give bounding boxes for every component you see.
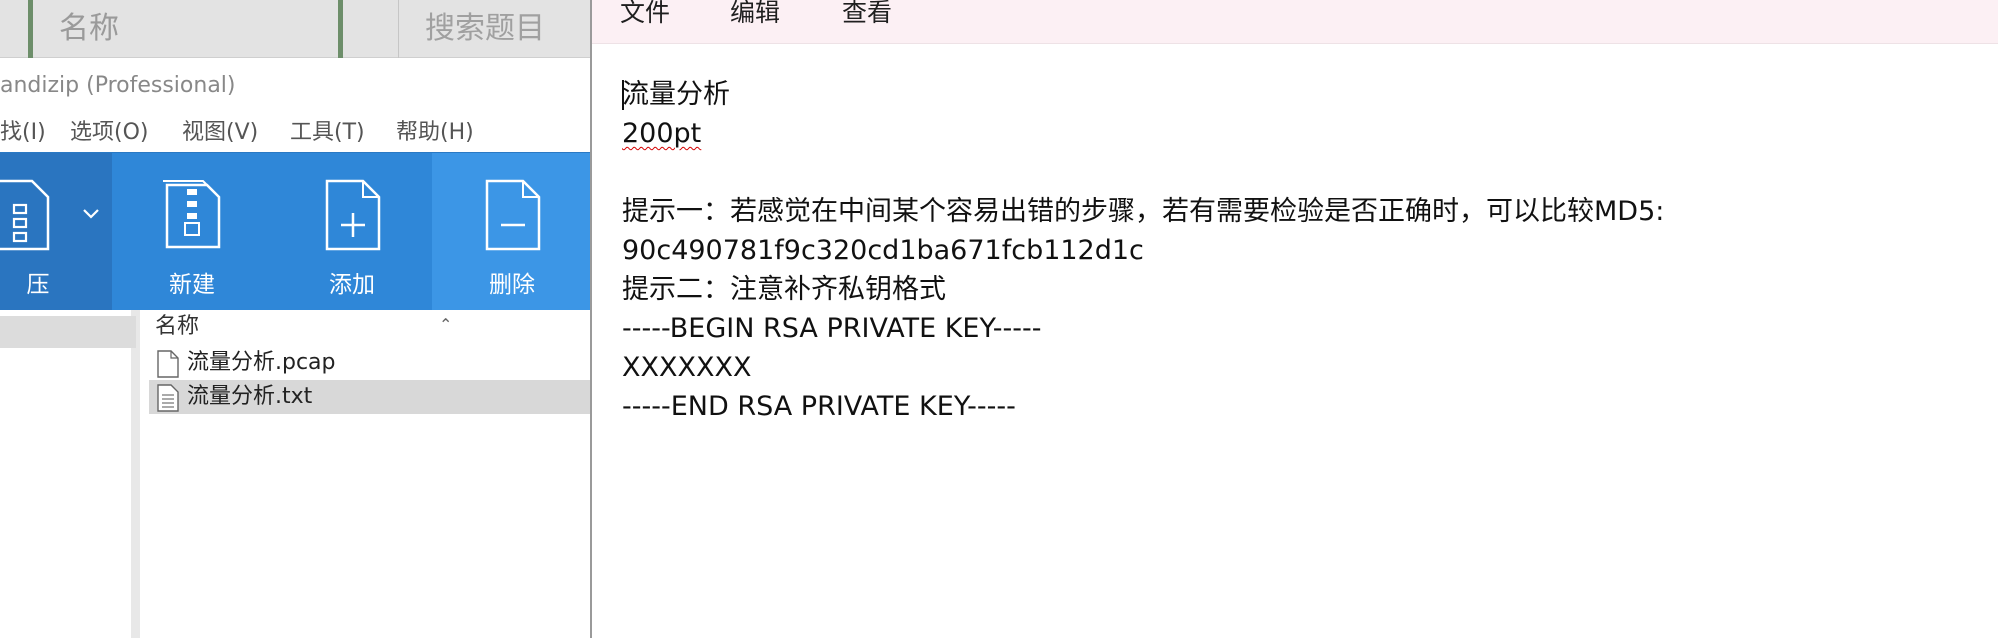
delete-file-icon [485,179,541,251]
folder-tree-pane[interactable] [0,310,140,638]
menu-tools[interactable]: 工具(T) [290,114,365,152]
notepad-editor[interactable]: 流量分析 200pt 提示一：若感觉在中间某个容易出错的步骤，若有需要检验是否正… [622,75,1664,426]
extract-icon [0,179,50,251]
column-header-name[interactable]: 名称 ⌃ [149,310,590,344]
text-line: 90c490781f9c320cd1ba671fcb112d1c [622,235,1144,266]
folder-tree-selected-item[interactable] [0,316,136,348]
bandizip-toolbar: 压 新建 添加 删除 [0,152,590,311]
delete-button[interactable]: 删除 [462,153,562,311]
file-row-pcap[interactable]: 流量分析.pcap [149,346,590,380]
bandizip-menubar: 找(I) 选项(O) 视图(V) 工具(T) 帮助(H) [0,114,590,152]
file-name: 流量分析.pcap [187,350,336,375]
menu-help[interactable]: 帮助(H) [396,114,474,152]
bandizip-window: andizip (Professional) 找(I) 选项(O) 视图(V) … [0,58,590,638]
text-line-misspelled: 200pt [622,114,1664,153]
file-name: 流量分析.txt [187,384,313,409]
text-file-icon [157,384,179,423]
background-app-header: 名称 搜索题目 [0,0,590,58]
background-column-name: 名称 [28,0,338,58]
background-column-divider [338,0,398,58]
text-line [622,153,1664,192]
menu-options[interactable]: 选项(O) [70,114,148,152]
text-line: 流量分析 [622,79,730,110]
sort-ascending-icon: ⌃ [439,315,453,334]
extract-button[interactable]: 压 [0,153,80,311]
text-line: -----END RSA PRIVATE KEY----- [622,391,1016,422]
notepad-window: 文件 编辑 查看 流量分析 200pt 提示一：若感觉在中间某个容易出错的步骤，… [590,0,1998,638]
new-archive-icon [163,180,221,249]
text-caret [622,80,624,110]
menu-view[interactable]: 视图(V) [182,114,258,152]
file-list: 名称 ⌃ 流量分析.pcap 流量分析.txt [149,310,590,638]
add-label: 添加 [329,272,375,298]
text-line: 提示一：若感觉在中间某个容易出错的步骤，若有需要检验是否正确时，可以比较MD5: [622,196,1665,227]
new-archive-button[interactable]: 新建 [142,153,242,311]
misspelled-word: 200pt [622,118,702,149]
add-button[interactable]: 添加 [302,153,402,311]
delete-label: 删除 [489,272,535,298]
text-line: -----BEGIN RSA PRIVATE KEY----- [622,313,1042,344]
background-column-search: 搜索题目 [398,0,598,58]
extract-dropdown-chevron-icon[interactable] [82,205,100,224]
text-line: XXXXXXX [622,352,752,383]
menu-view[interactable]: 查看 [842,0,892,26]
new-archive-label: 新建 [169,272,215,298]
menu-edit[interactable]: 编辑 [730,0,780,26]
add-file-icon [325,179,381,251]
file-row-txt[interactable]: 流量分析.txt [149,380,590,414]
window-title: andizip (Professional) [0,58,590,114]
text-line: 提示二：注意补齐私钥格式 [622,274,946,305]
extract-label: 压 [26,272,50,298]
menu-find[interactable]: 找(I) [0,114,46,152]
notepad-menubar: 文件 编辑 查看 [592,0,1998,44]
menu-file[interactable]: 文件 [620,0,670,26]
